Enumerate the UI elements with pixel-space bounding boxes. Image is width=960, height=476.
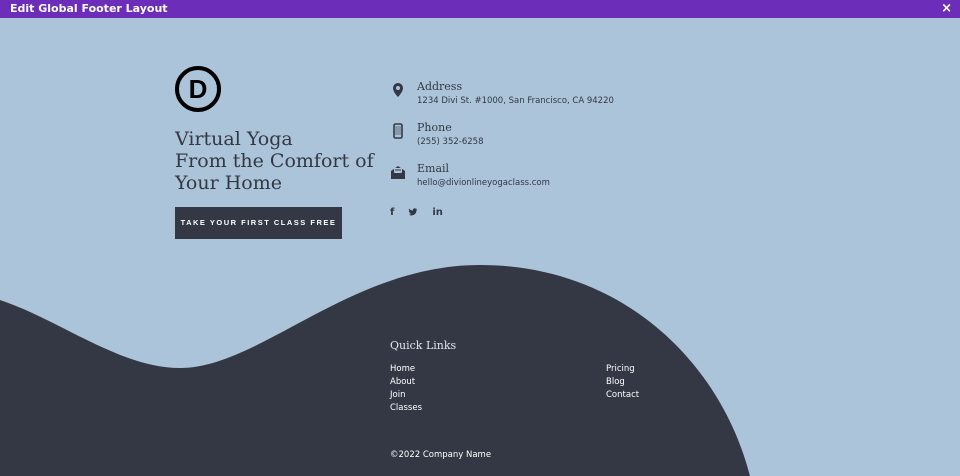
map-pin-icon [393, 83, 403, 97]
footer-link-home[interactable]: Home [390, 363, 422, 376]
footer-link-contact[interactable]: Contact [606, 389, 639, 402]
headline: Virtual Yoga From the Comfort of Your Ho… [175, 128, 374, 194]
contact-phone: Phone (255) 352-6258 [390, 121, 483, 147]
contact-value: hello@divionlineyogaclass.com [417, 178, 550, 188]
window-title: Edit Global Footer Layout [10, 2, 168, 15]
contact-value: (255) 352-6258 [417, 137, 484, 147]
footer-link-pricing[interactable]: Pricing [606, 363, 639, 376]
footer-link-classes[interactable]: Classes [390, 402, 422, 415]
twitter-icon[interactable] [408, 207, 418, 220]
quick-links-col-2: Pricing Blog Contact [606, 363, 639, 402]
headline-line: Your Home [175, 172, 282, 194]
contact-address: Address 1234 Divi St. #1000, San Francisc… [390, 80, 614, 106]
quick-links-col-1: Home About Join Classes [390, 363, 422, 415]
contact-label: Email [417, 162, 450, 175]
footer-link-about[interactable]: About [390, 376, 422, 389]
contact-label: Phone [417, 121, 452, 134]
footer-link-blog[interactable]: Blog [606, 376, 639, 389]
facebook-icon[interactable]: f [390, 207, 394, 220]
linkedin-icon[interactable]: in [432, 207, 443, 220]
headline-line: From the Comfort of [175, 150, 374, 172]
cta-button[interactable]: TAKE YOUR FIRST CLASS FREE [175, 207, 342, 239]
phone-icon [393, 123, 403, 139]
envelope-open-icon [391, 166, 405, 179]
divi-logo: D [175, 66, 221, 112]
quick-links-title: Quick Links [390, 339, 457, 352]
contact-label: Address [417, 80, 463, 93]
social-links: f in [390, 207, 443, 220]
editor-title-bar: Edit Global Footer Layout × [0, 0, 960, 18]
copyright: ©2022 Company Name [390, 450, 492, 460]
close-icon[interactable]: × [941, 0, 952, 18]
headline-line: Virtual Yoga [175, 128, 293, 150]
footer-link-join[interactable]: Join [390, 389, 422, 402]
wave-background [0, 265, 750, 476]
contact-value: 1234 Divi St. #1000, San Francisco, CA 9… [417, 96, 614, 106]
contact-email: Email hello@divionlineyogaclass.com [390, 162, 550, 188]
